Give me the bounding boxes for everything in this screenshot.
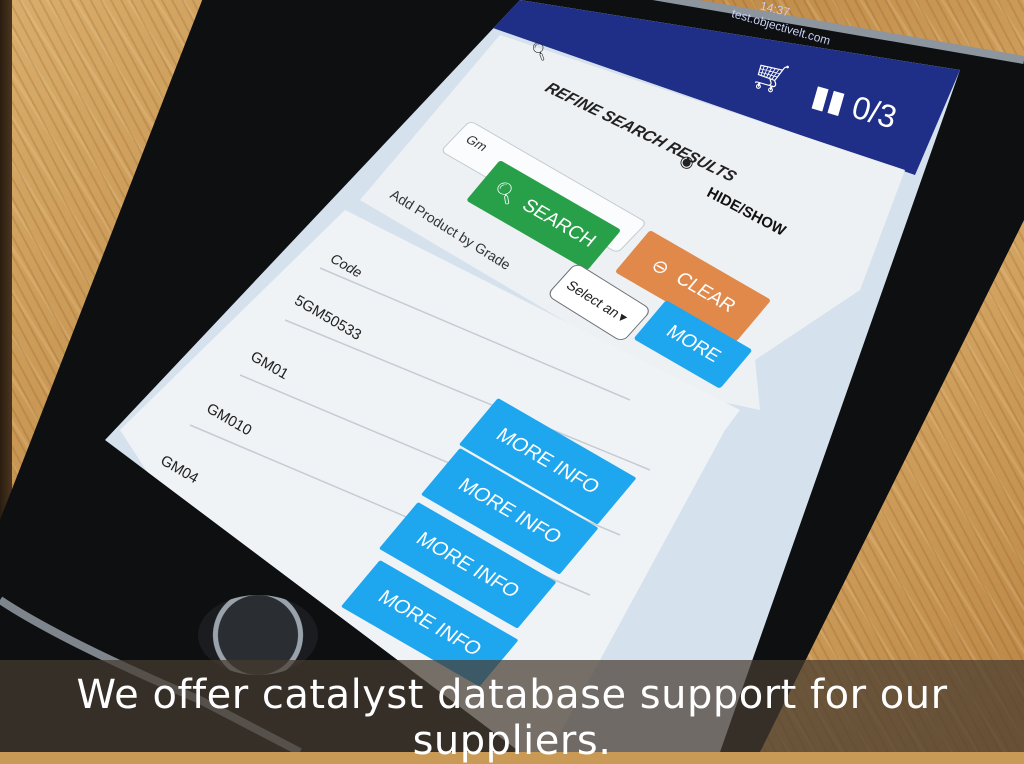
search-icon: 🔍︎ [487,179,523,208]
minus-circle-icon: ⊖ [646,255,675,280]
caption-text: We offer catalyst database support for o… [76,672,948,764]
